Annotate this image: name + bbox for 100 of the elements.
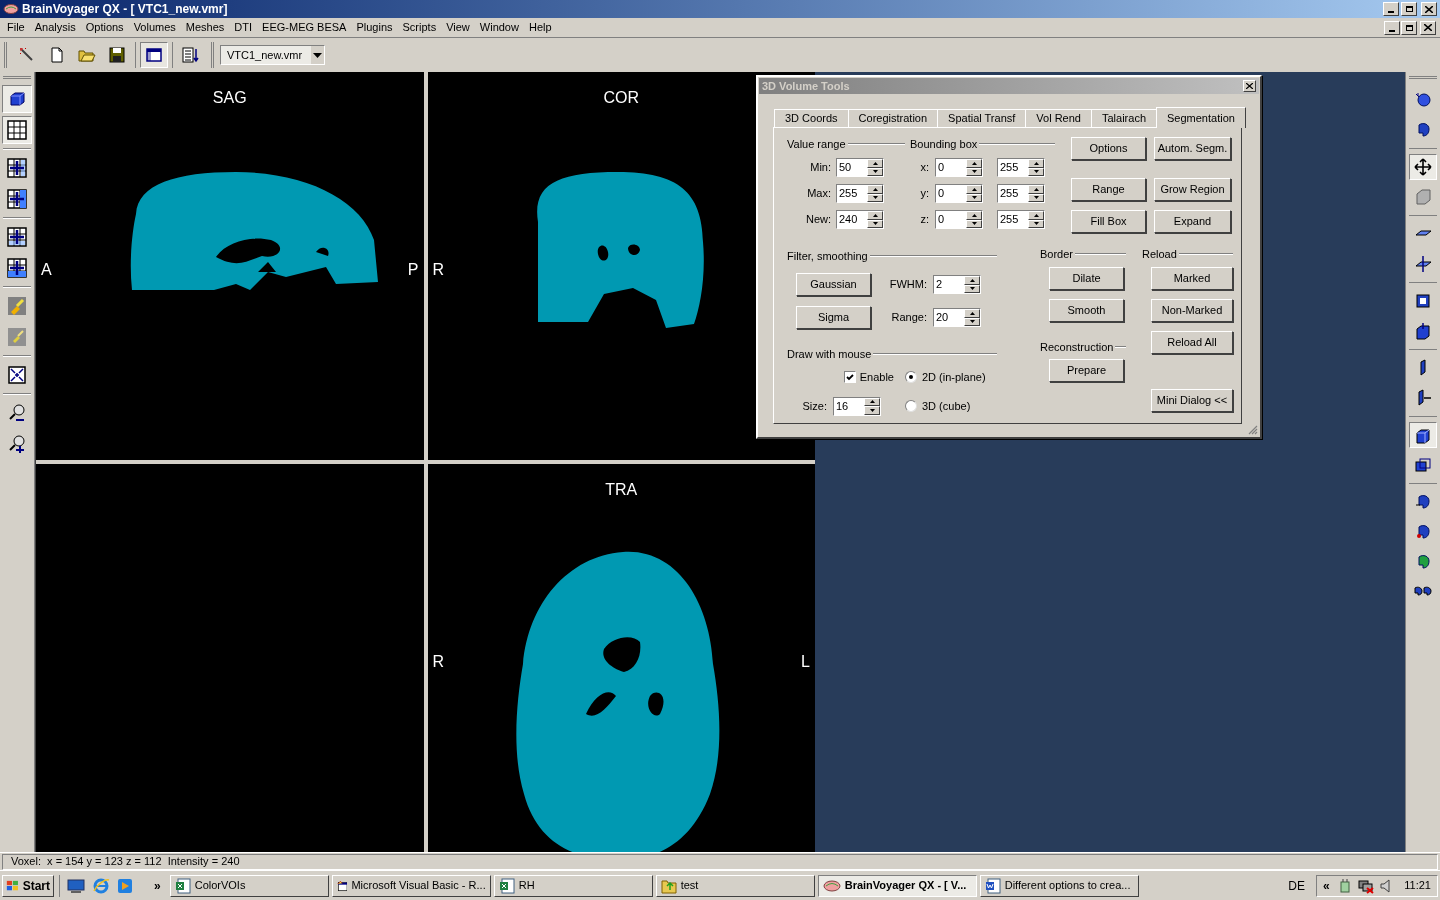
resize-grip-icon[interactable]	[1247, 424, 1258, 435]
spin-up-button[interactable]	[1028, 211, 1044, 220]
spin-up-button[interactable]	[964, 276, 980, 285]
value-spinner[interactable]: 240	[836, 210, 884, 229]
menu-item[interactable]: Analysis	[29, 19, 81, 36]
dialog-button[interactable]: Mini Dialog <<	[1151, 389, 1233, 412]
dialog-button[interactable]: Prepare	[1049, 359, 1124, 382]
value-spinner[interactable]: 255	[997, 210, 1045, 229]
spin-down-button[interactable]	[966, 167, 982, 176]
spin-up-button[interactable]	[966, 185, 982, 194]
value-spinner[interactable]: 50	[836, 158, 884, 177]
browser-icon[interactable]	[92, 876, 110, 895]
spin-up-button[interactable]	[867, 185, 883, 194]
value-spinner[interactable]: 255	[997, 158, 1045, 177]
value-spinner[interactable]: 20	[933, 308, 981, 327]
restore-button[interactable]	[1401, 20, 1417, 35]
value-spinner[interactable]: 0	[935, 210, 983, 229]
menu-item[interactable]: DTI	[229, 19, 258, 36]
document-combo[interactable]: VTC1_new.vmr	[220, 45, 325, 65]
dialog-button[interactable]: Gaussian	[796, 273, 871, 296]
menu-item[interactable]: Help	[523, 19, 557, 36]
dialog-button[interactable]: Fill Box	[1071, 210, 1146, 233]
dialog-button[interactable]: Dilate	[1049, 267, 1124, 290]
spin-down-button[interactable]	[867, 193, 883, 202]
spin-down-button[interactable]	[867, 167, 883, 176]
spin-down-button[interactable]	[964, 284, 980, 293]
tab[interactable]: Coregistration	[847, 109, 939, 127]
dialog-button[interactable]: Non-Marked	[1151, 299, 1233, 322]
desktop-icon[interactable]	[67, 877, 85, 894]
menu-item[interactable]: Scripts	[397, 19, 442, 36]
tab[interactable]: Spatial Transf	[937, 109, 1027, 127]
close-button[interactable]	[1420, 20, 1436, 35]
tab[interactable]: Talairach	[1091, 109, 1157, 127]
dialog-button[interactable]: Grow Region	[1154, 178, 1231, 201]
spin-down-button[interactable]	[864, 406, 880, 415]
value-spinner[interactable]: 0	[935, 158, 983, 177]
dialog-button[interactable]: Autom. Segm.	[1154, 137, 1231, 160]
start-button[interactable]: Start	[2, 874, 54, 897]
menu-item[interactable]: EEG-MEG BESA	[257, 19, 352, 36]
view-pane[interactable]: SAG A P	[36, 72, 424, 460]
menu-item[interactable]: Plugins	[351, 19, 398, 36]
spin-down-button[interactable]	[867, 219, 883, 228]
menu-item[interactable]: Window	[474, 19, 524, 36]
network-error-icon[interactable]	[1357, 877, 1374, 894]
close-button[interactable]	[1421, 2, 1437, 16]
menu-item[interactable]: Volumes	[128, 19, 181, 36]
move-arrows-icon[interactable]	[1409, 154, 1437, 180]
minimize-button[interactable]	[1383, 2, 1399, 16]
tab[interactable]: Vol Rend	[1025, 109, 1092, 127]
taskbar-button[interactable]: BrainVoyager QX - [ V...	[817, 874, 977, 897]
restore-button[interactable]	[1401, 2, 1417, 16]
spin-down-button[interactable]	[966, 219, 982, 228]
radio-button[interactable]	[905, 371, 917, 384]
spin-down-button[interactable]	[1028, 167, 1044, 176]
dialog-button[interactable]: Range	[1071, 178, 1146, 201]
dialog-button[interactable]: Reload All	[1151, 331, 1233, 354]
menu-item[interactable]: View	[441, 19, 475, 36]
taskbar-button[interactable]: RH	[493, 874, 653, 897]
spin-up-button[interactable]	[867, 211, 883, 220]
grid-icon[interactable]	[2, 116, 32, 144]
media-player-icon[interactable]	[117, 877, 133, 894]
value-spinner[interactable]: 255	[997, 184, 1045, 203]
spin-down-button[interactable]	[1028, 219, 1044, 228]
dialog-button[interactable]: Options	[1071, 137, 1146, 160]
tab[interactable]: 3D Coords	[774, 109, 849, 127]
taskbar-button[interactable]: test	[655, 874, 815, 897]
value-spinner[interactable]: 16	[833, 396, 881, 416]
menu-item[interactable]: Options	[80, 19, 129, 36]
enable-checkbox[interactable]	[843, 371, 856, 384]
spin-up-button[interactable]	[867, 159, 883, 168]
spin-up-button[interactable]	[966, 159, 982, 168]
spin-down-button[interactable]	[1028, 193, 1044, 202]
radio-button[interactable]	[905, 400, 917, 412]
tray-expand-button[interactable]: «	[1323, 876, 1330, 895]
dialog-button[interactable]: Smooth	[1049, 299, 1124, 322]
taskbar-button[interactable]: ColorVOIs	[169, 874, 329, 897]
spin-up-button[interactable]	[1028, 159, 1044, 168]
dialog-button[interactable]: Sigma	[796, 306, 871, 329]
tab[interactable]: Segmentation	[1156, 107, 1246, 128]
speaker-icon[interactable]	[1379, 877, 1392, 894]
window-icon[interactable]	[140, 42, 168, 68]
dialog-button[interactable]: Expand	[1154, 210, 1231, 233]
taskbar-button[interactable]: Different options to crea...	[979, 874, 1139, 897]
menu-item[interactable]: Meshes	[180, 19, 230, 36]
value-spinner[interactable]: 2	[933, 275, 981, 294]
taskbar-button[interactable]: Microsoft Visual Basic - R...	[331, 874, 491, 897]
cube-icon[interactable]	[1409, 422, 1437, 448]
menu-item[interactable]: File	[2, 19, 30, 36]
spin-down-button[interactable]	[966, 193, 982, 202]
view-pane[interactable]: TRA R L	[427, 464, 815, 852]
more-chevron[interactable]: »	[154, 876, 161, 895]
spin-up-button[interactable]	[966, 211, 982, 220]
spin-up-button[interactable]	[1028, 185, 1044, 194]
spin-up-button[interactable]	[964, 309, 980, 318]
value-spinner[interactable]: 0	[935, 184, 983, 203]
language-indicator[interactable]: DE	[1288, 876, 1305, 895]
cube-icon[interactable]	[2, 85, 32, 113]
spin-down-button[interactable]	[964, 317, 980, 326]
minimize-button[interactable]	[1384, 20, 1400, 35]
close-button[interactable]	[1243, 80, 1256, 92]
